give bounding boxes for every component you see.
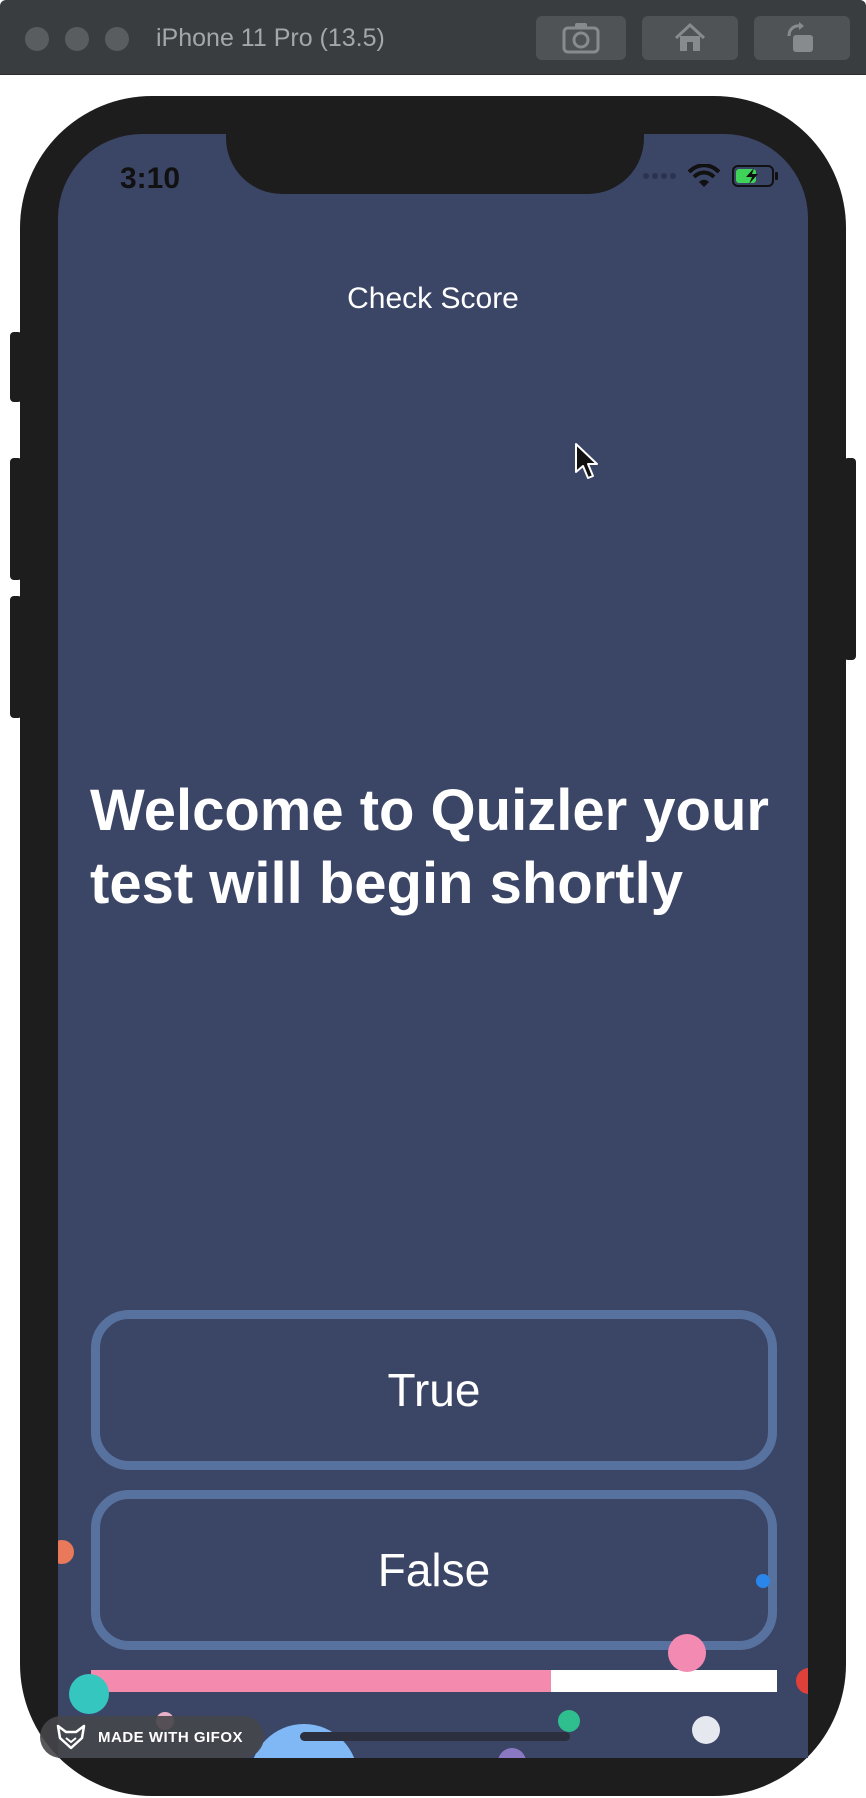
confetti-dot: [498, 1748, 526, 1758]
confetti-dot: [796, 1668, 808, 1694]
minimize-window-button[interactable]: [65, 27, 89, 51]
rotate-icon: [787, 22, 813, 52]
confetti-dot: [69, 1674, 109, 1714]
status-time: 3:10: [120, 162, 181, 195]
simulator-toolbar: iPhone 11 Pro (13.5): [0, 0, 866, 75]
quiz-progress-bar: [91, 1670, 777, 1692]
gifox-label: MADE WITH GIFOX: [98, 1728, 243, 1746]
status-icons: [642, 164, 780, 188]
quiz-progress-fill: [91, 1670, 551, 1692]
home-indicator[interactable]: [300, 1732, 570, 1741]
gifox-fox-icon: [56, 1724, 86, 1750]
cellular-signal-icon: [643, 173, 676, 179]
rotate-button[interactable]: [754, 16, 850, 60]
false-button[interactable]: False: [91, 1490, 777, 1650]
confetti-dot: [756, 1574, 770, 1588]
true-button-label: True: [387, 1364, 481, 1416]
close-window-button[interactable]: [25, 27, 49, 51]
phone-screen: 3:10 Check Score Welcome to Quizler your…: [58, 134, 808, 1758]
screenshot-icon: [562, 23, 600, 54]
home-button[interactable]: [642, 16, 738, 60]
confetti-dot: [668, 1634, 706, 1672]
mouse-cursor-icon: [575, 443, 598, 479]
notch: [226, 134, 644, 194]
confetti-dot: [692, 1716, 720, 1744]
check-score-button[interactable]: Check Score: [58, 282, 808, 316]
confetti-dot: [58, 1540, 74, 1564]
question-text: Welcome to Quizler your test will begin …: [90, 778, 769, 916]
screenshot-button[interactable]: [536, 16, 626, 60]
confetti-dot: [558, 1710, 580, 1732]
wifi-icon: [688, 164, 720, 187]
zoom-window-button[interactable]: [105, 27, 129, 51]
gifox-watermark: MADE WITH GIFOX: [40, 1716, 264, 1758]
battery-charging-icon: [732, 165, 778, 187]
confetti-dot: [250, 1724, 358, 1758]
false-button-label: False: [377, 1544, 491, 1596]
simulator-title: iPhone 11 Pro (13.5): [156, 24, 385, 52]
home-icon: [674, 22, 706, 51]
true-button[interactable]: True: [91, 1310, 777, 1470]
